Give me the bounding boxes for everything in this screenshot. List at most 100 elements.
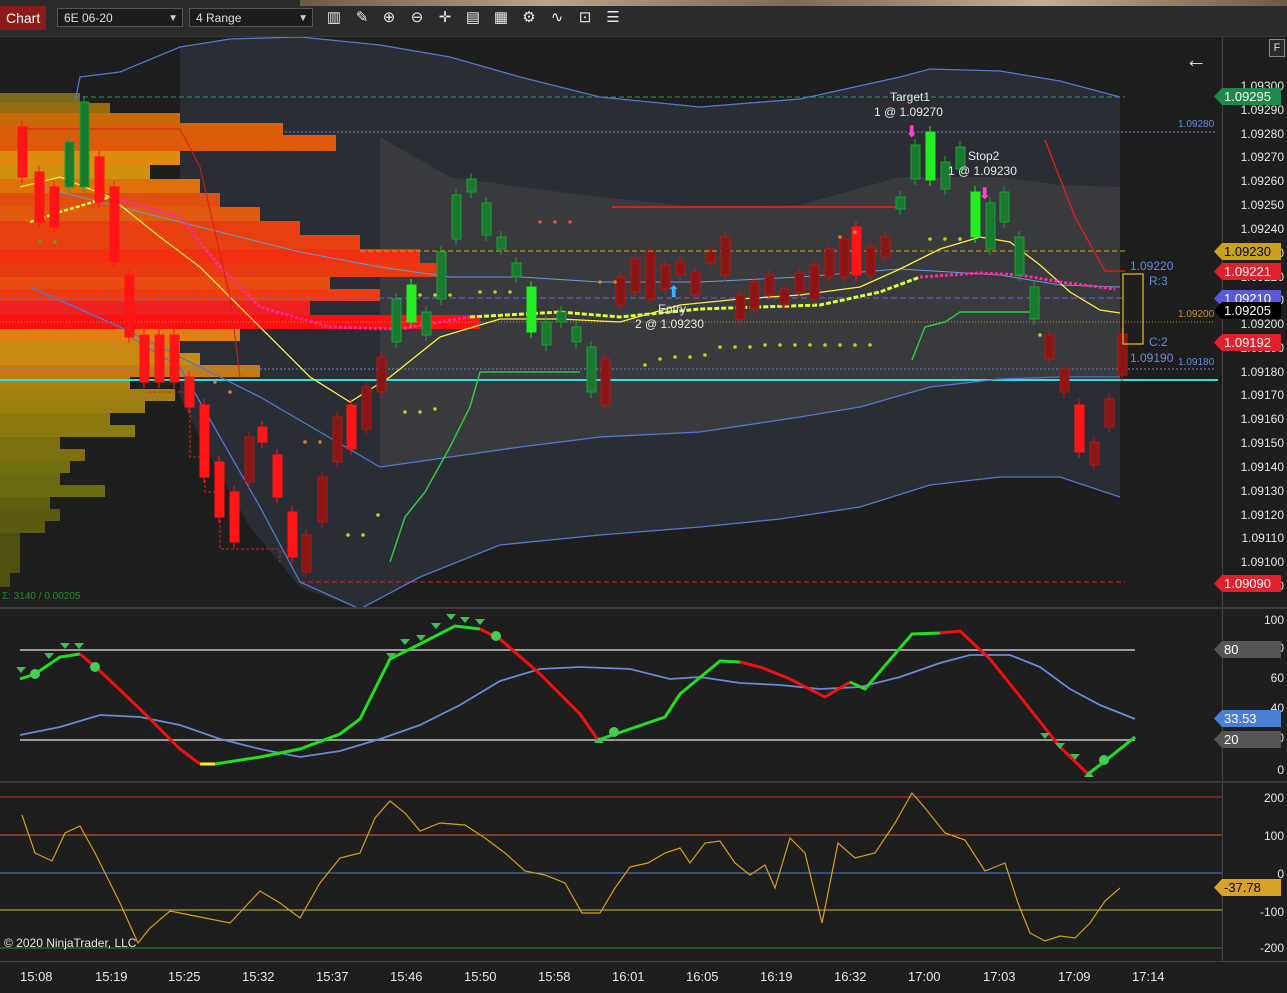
up-candle [496,236,507,250]
back-arrow-icon[interactable]: ← [1185,47,1207,73]
draw-pencil-icon[interactable]: ✎ [352,8,372,28]
indicators-icon[interactable]: ⚙ [519,8,539,28]
price-price-tag: 1.09192 [1214,334,1281,351]
down-candle [272,454,283,498]
psar-dot [418,410,422,414]
psar-dot [318,440,322,444]
psar-dot [598,280,602,284]
down-candle [229,491,240,543]
price-tick-label: 1.09130 [1240,484,1284,498]
time-tick-label: 15:32 [242,969,275,984]
price-tick-label: 1.09180 [1240,365,1284,379]
psar-dot [643,363,647,367]
stoch-k-down-3 [739,660,851,699]
up-candle [406,284,417,323]
psar-dot [928,237,932,241]
psar-dot [958,237,962,241]
down-candle [169,334,180,383]
time-tick-label: 16:05 [686,969,719,984]
stoch-k-down-2 [479,627,600,741]
bar-type-icon[interactable]: ▥ [324,8,344,28]
f-button[interactable]: F [1269,39,1285,57]
time-tick-label: 15:58 [538,969,571,984]
up-candle [436,251,447,300]
down-candle [154,334,165,383]
price-price-tag: 1.09230 [1214,243,1281,260]
cci-tick-label: 0 [1277,867,1284,881]
range-high-label: 1.09220 [1130,259,1174,273]
cci-axis[interactable]: 200 100 0 -100 -200 [1222,783,1287,961]
price-tick-label: 1.09270 [1240,150,1284,164]
crosshair-icon[interactable]: ✛ [435,8,455,28]
psar-dot [838,235,842,239]
range-low-label: 1.09190 [1130,351,1174,365]
price-panel[interactable]: ⬇ ⬇ ⬆ Target1 1 @ 1.09270 Stop2 1 @ 1.09… [0,37,1222,607]
chevron-down-icon: ▼ [298,13,308,24]
psar-dot [868,343,872,347]
stoch-price-tag: 80 [1214,641,1281,658]
down-candle [317,476,328,523]
bar-type-selector[interactable]: 4 Range ▼ [189,8,313,27]
chart-tab[interactable]: Chart [0,6,47,30]
cross-dot [90,662,100,672]
zoom-out-icon[interactable]: ⊖ [407,8,427,28]
down-candle [34,171,45,223]
down-candle [94,156,105,203]
price-chart[interactable]: ⬇ ⬇ ⬆ [0,37,1222,607]
psar-dot [433,293,437,297]
down-candle [109,186,120,263]
price-tick-label: 1.09260 [1240,174,1284,188]
templates-icon[interactable]: ∿ [547,8,567,28]
psar-dot [703,353,707,357]
psar-dot [568,220,572,224]
up-candle [571,326,582,343]
cci-panel[interactable]: © 2020 NinjaTrader, LLC [0,783,1222,961]
instrument-selector[interactable]: 6E 06-20 ▼ [57,8,183,27]
psar-dot [793,343,797,347]
down-candle [809,264,820,300]
cci-tick-label: 100 [1263,829,1284,843]
stoch-k-down-4 [939,629,1090,776]
zoom-in-icon[interactable]: ⊕ [379,8,399,28]
down-candle [705,251,716,264]
chart-toolbar: Chart 6E 06-20 ▼ 4 Range ▼ ▥ ✎ ⊕ ⊖ ✛ ▤ ▦… [0,0,1287,37]
psar-dot [673,355,677,359]
down-candle [779,288,790,306]
copyright-label: © 2020 NinjaTrader, LLC [4,936,137,950]
down-candle [1059,368,1070,393]
up-candle [556,311,567,323]
up-candle [925,131,936,181]
price-tick-label: 1.09160 [1240,412,1284,426]
down-candle [824,248,835,278]
sell-arrow-icon: ⬇ [905,122,918,141]
properties-icon[interactable]: ⊡ [575,8,595,28]
psar-dot [38,240,42,244]
stochastic-panel[interactable] [0,609,1222,781]
psar-dot [493,290,497,294]
psar-dot [943,237,947,241]
down-candle [1089,441,1100,466]
entry-order-detail: 2 @ 1.09230 [635,317,704,331]
menu-icon[interactable]: ☰ [603,8,623,28]
strategies-icon[interactable]: ▦ [491,8,511,28]
down-candle [214,461,225,518]
time-tick-label: 15:46 [390,969,423,984]
sell-arrow-icon: ⬇ [978,184,991,203]
up-candle [79,101,90,188]
psar-dot [748,345,752,349]
down-candle [1044,334,1055,360]
stochastic-axis[interactable]: 100806040200 [1222,609,1287,781]
down-candle [880,236,891,258]
psar-dot [228,390,232,394]
psar-dot [376,513,380,517]
up-candle [910,144,921,180]
cci-tick-label: -200 [1259,941,1284,955]
down-candle [346,404,357,450]
price-axis[interactable]: F 1.09300 1.09290 1.09280 1.09270 1.09260 1.0… [1222,37,1287,607]
data-box-icon[interactable]: ▤ [463,8,483,28]
cci-tick-label: -100 [1259,905,1284,919]
down-candle [257,426,268,443]
price-tick-label: 1.09150 [1240,436,1284,450]
up-candle [541,321,552,346]
up-candle [999,191,1010,223]
